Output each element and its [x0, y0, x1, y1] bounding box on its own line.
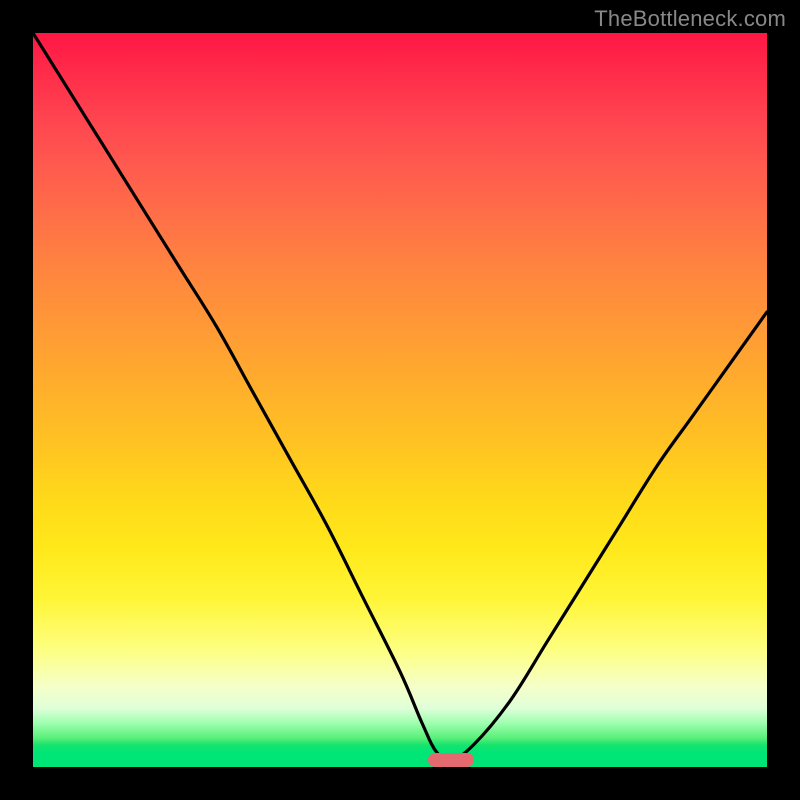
plot-area [33, 33, 767, 767]
optimum-marker [428, 753, 474, 767]
bottleneck-curve [33, 33, 767, 767]
chart-frame: TheBottleneck.com [0, 0, 800, 800]
watermark-text: TheBottleneck.com [594, 6, 786, 32]
